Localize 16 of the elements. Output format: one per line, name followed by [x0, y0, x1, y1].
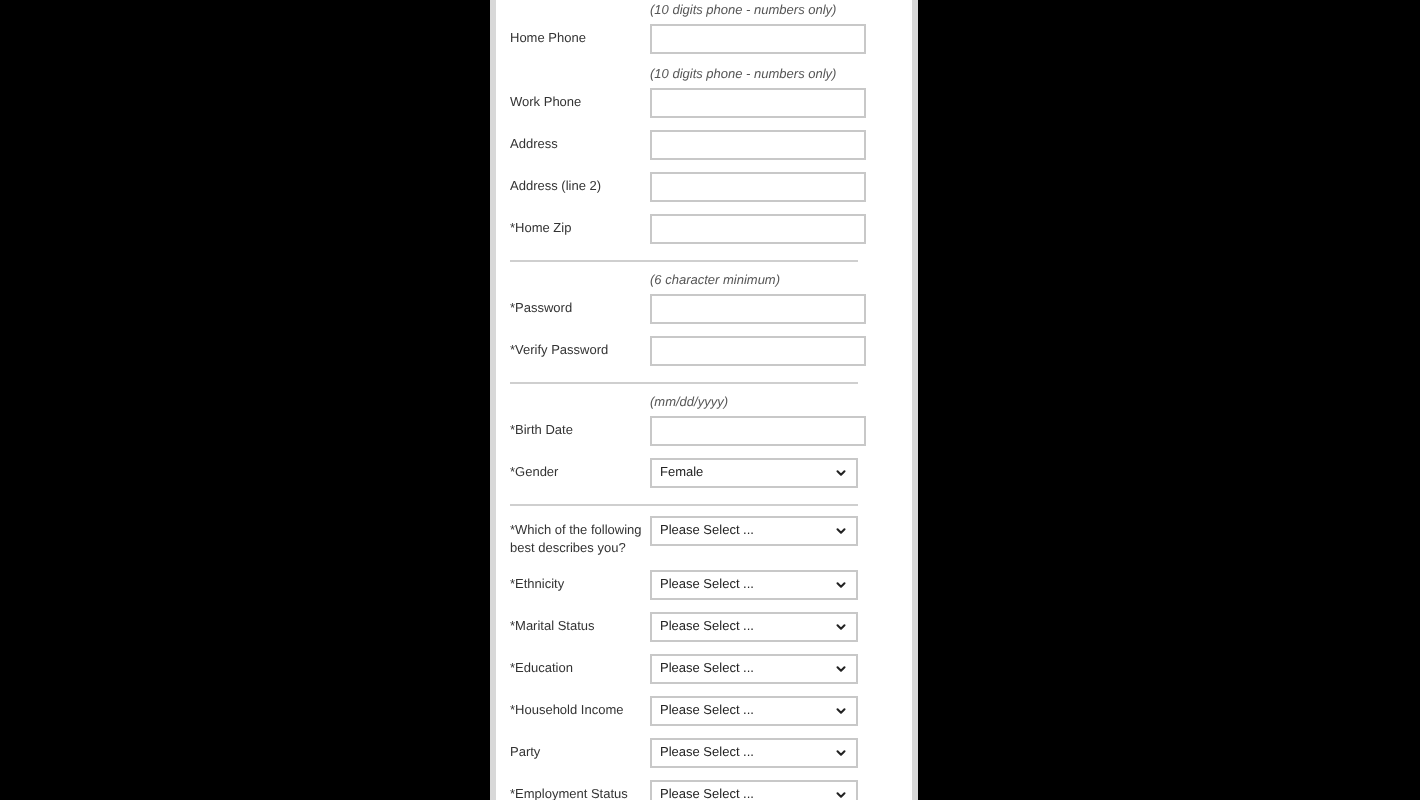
- text-field[interactable]: [650, 294, 866, 324]
- text-field[interactable]: [650, 336, 866, 366]
- text-field[interactable]: [650, 24, 866, 54]
- chevron-down-icon: [834, 524, 848, 538]
- chevron-down-icon: [834, 620, 848, 634]
- chevron-down-icon: [834, 704, 848, 718]
- text-field[interactable]: [650, 88, 866, 118]
- text-field[interactable]: [650, 130, 866, 160]
- text-field[interactable]: [650, 416, 866, 446]
- chevron-down-icon: [834, 746, 848, 760]
- chevron-down-icon: [834, 662, 848, 676]
- chevron-down-icon: [834, 466, 848, 480]
- text-field[interactable]: [650, 214, 866, 244]
- chevron-down-icon: [834, 578, 848, 592]
- text-field[interactable]: [650, 172, 866, 202]
- chevron-down-icon: [834, 788, 848, 800]
